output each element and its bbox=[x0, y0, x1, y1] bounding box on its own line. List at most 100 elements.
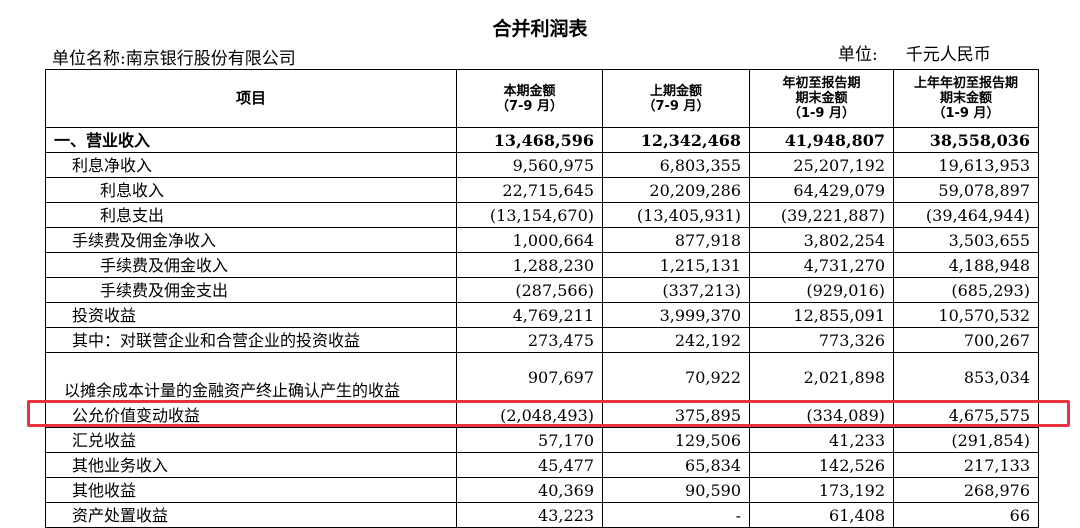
header-line: 上期金额 bbox=[649, 83, 702, 99]
cell-value: 4,188,948 bbox=[893, 252, 1039, 278]
cell-value: 40,369 bbox=[456, 477, 603, 503]
row-label: 资产处置收益 bbox=[45, 502, 457, 528]
cell-value: 70,922 bbox=[602, 352, 750, 403]
cell-value: 20,209,286 bbox=[602, 177, 750, 203]
cell-value: 173,192 bbox=[749, 477, 894, 503]
cell-value: 59,078,897 bbox=[893, 177, 1039, 203]
cell-value: 877,918 bbox=[602, 227, 750, 253]
cell-value: 64,429,079 bbox=[749, 177, 894, 203]
row-label: 利息收入 bbox=[45, 177, 457, 203]
table-row: 手续费及佣金支出 (287,566) (337,213) (929,016) (… bbox=[45, 277, 1039, 303]
cell-value: 3,503,655 bbox=[893, 227, 1039, 253]
cell-value: 43,223 bbox=[456, 502, 603, 528]
table-row: 利息收入 22,715,645 20,209,286 64,429,079 59… bbox=[45, 177, 1039, 203]
cell-value: 4,769,211 bbox=[456, 302, 603, 328]
cell-value: 268,976 bbox=[893, 477, 1039, 503]
cell-value: 4,675,575 bbox=[893, 402, 1039, 428]
table-row: 手续费及佣金净收入 1,000,664 877,918 3,802,254 3,… bbox=[45, 227, 1039, 253]
row-label: 手续费及佣金支出 bbox=[45, 277, 457, 303]
cell-value: 773,326 bbox=[749, 327, 894, 353]
row-label: 以摊余成本计量的金融资产终止确认产生的收益 bbox=[45, 352, 457, 403]
cell-value: 273,475 bbox=[456, 327, 603, 353]
table-row-highlighted: 公允价值变动收益 (2,048,493) 375,895 (334,089) 4… bbox=[45, 402, 1039, 428]
header-line: （1-9 月） bbox=[787, 106, 855, 121]
cell-value: 375,895 bbox=[602, 402, 750, 428]
cell-value: 700,267 bbox=[893, 327, 1039, 353]
table-row: 手续费及佣金收入 1,288,230 1,215,131 4,731,270 4… bbox=[45, 252, 1039, 278]
cell-value: (929,016) bbox=[749, 277, 894, 303]
cell-value: 13,468,596 bbox=[456, 127, 603, 153]
header-line: 本期金额 bbox=[503, 83, 556, 99]
header-item: 项目 bbox=[45, 69, 457, 128]
cell-value: 25,207,192 bbox=[749, 152, 894, 178]
cell-value: 65,834 bbox=[602, 452, 750, 478]
row-label: 其他业务收入 bbox=[45, 452, 457, 478]
row-label: 公允价值变动收益 bbox=[45, 402, 457, 428]
table-row: 以摊余成本计量的金融资产终止确认产生的收益 907,697 70,922 2,0… bbox=[45, 352, 1039, 403]
company-name: 单位名称:南京银行股份有限公司 bbox=[52, 49, 296, 69]
cell-value: (39,464,944) bbox=[893, 202, 1039, 228]
cell-value: (287,566) bbox=[456, 277, 603, 303]
cell-value: 66 bbox=[893, 502, 1039, 528]
cell-value: 217,133 bbox=[893, 452, 1039, 478]
cell-value: 6,803,355 bbox=[602, 152, 750, 178]
row-label: 一、营业收入 bbox=[45, 127, 457, 153]
header-line: （7-9 月） bbox=[495, 98, 563, 114]
header-line: 年初至报告期 bbox=[782, 76, 861, 91]
cell-value: 41,233 bbox=[749, 427, 894, 453]
cell-value: - bbox=[602, 502, 750, 528]
table-row: 其中：对联营企业和合营企业的投资收益 273,475 242,192 773,3… bbox=[45, 327, 1039, 353]
row-label-text: 以摊余成本计量的金融资产终止确认产生的收益 bbox=[64, 381, 401, 400]
table-row: 一、营业收入 13,468,596 12,342,468 41,948,807 … bbox=[45, 127, 1039, 153]
header-prior-ytd: 上年年初至报告期 期末金额 （1-9 月） bbox=[893, 69, 1039, 128]
cell-value: (39,221,887) bbox=[749, 202, 894, 228]
cell-value: 57,170 bbox=[456, 427, 603, 453]
cell-value: 242,192 bbox=[602, 327, 750, 353]
cell-value: (13,405,931) bbox=[602, 202, 750, 228]
cell-value: 853,034 bbox=[893, 352, 1039, 403]
cell-value: (291,854) bbox=[893, 427, 1039, 453]
table-row: 其他收益 40,369 90,590 173,192 268,976 bbox=[45, 477, 1039, 503]
cell-value: 10,570,532 bbox=[893, 302, 1039, 328]
cell-value: 1,215,131 bbox=[602, 252, 750, 278]
row-label: 手续费及佣金净收入 bbox=[45, 227, 457, 253]
header-line: 期末金额 bbox=[795, 91, 848, 106]
header-line: （1-9 月） bbox=[932, 106, 1000, 121]
currency-unit: 单位: 千元人民币 bbox=[838, 40, 991, 65]
unit-value: 千元人民币 bbox=[905, 45, 991, 65]
cell-value: 22,715,645 bbox=[456, 177, 603, 203]
cell-value: (2,048,493) bbox=[456, 402, 603, 428]
cell-value: (13,154,670) bbox=[456, 202, 603, 228]
row-label: 其他收益 bbox=[45, 477, 457, 503]
cell-value: 41,948,807 bbox=[749, 127, 894, 153]
row-label: 利息净收入 bbox=[45, 152, 457, 178]
cell-value: 19,613,953 bbox=[893, 152, 1039, 178]
row-label: 利息支出 bbox=[45, 202, 457, 228]
cell-value: 12,855,091 bbox=[749, 302, 894, 328]
cell-value: (334,089) bbox=[749, 402, 894, 428]
table-row: 资产处置收益 43,223 - 61,408 66 bbox=[45, 502, 1039, 528]
table-row: 汇兑收益 57,170 129,506 41,233 (291,854) bbox=[45, 427, 1039, 453]
cell-value: 9,560,975 bbox=[456, 152, 603, 178]
cell-value: 90,590 bbox=[602, 477, 750, 503]
cell-value: 907,697 bbox=[456, 352, 603, 403]
cell-value: (685,293) bbox=[893, 277, 1039, 303]
table-row: 利息净收入 9,560,975 6,803,355 25,207,192 19,… bbox=[45, 152, 1039, 178]
cell-value: 1,000,664 bbox=[456, 227, 603, 253]
cell-value: 3,999,370 bbox=[602, 302, 750, 328]
cell-value: 1,288,230 bbox=[456, 252, 603, 278]
cell-value: 2,021,898 bbox=[749, 352, 894, 403]
cell-value: 38,558,036 bbox=[893, 127, 1039, 153]
header-line: 期末金额 bbox=[939, 91, 992, 106]
table-row: 利息支出 (13,154,670) (13,405,931) (39,221,8… bbox=[45, 202, 1039, 228]
header-line: （7-9 月） bbox=[642, 98, 710, 114]
cell-value: 3,802,254 bbox=[749, 227, 894, 253]
cell-value: 142,526 bbox=[749, 452, 894, 478]
cell-value: (337,213) bbox=[602, 277, 750, 303]
row-label: 汇兑收益 bbox=[45, 427, 457, 453]
header-current-period: 本期金额 （7-9 月） bbox=[456, 69, 603, 128]
unit-label: 单位: bbox=[838, 45, 878, 65]
row-label: 手续费及佣金收入 bbox=[45, 252, 457, 278]
cell-value: 61,408 bbox=[749, 502, 894, 528]
header-ytd: 年初至报告期 期末金额 （1-9 月） bbox=[749, 69, 894, 128]
